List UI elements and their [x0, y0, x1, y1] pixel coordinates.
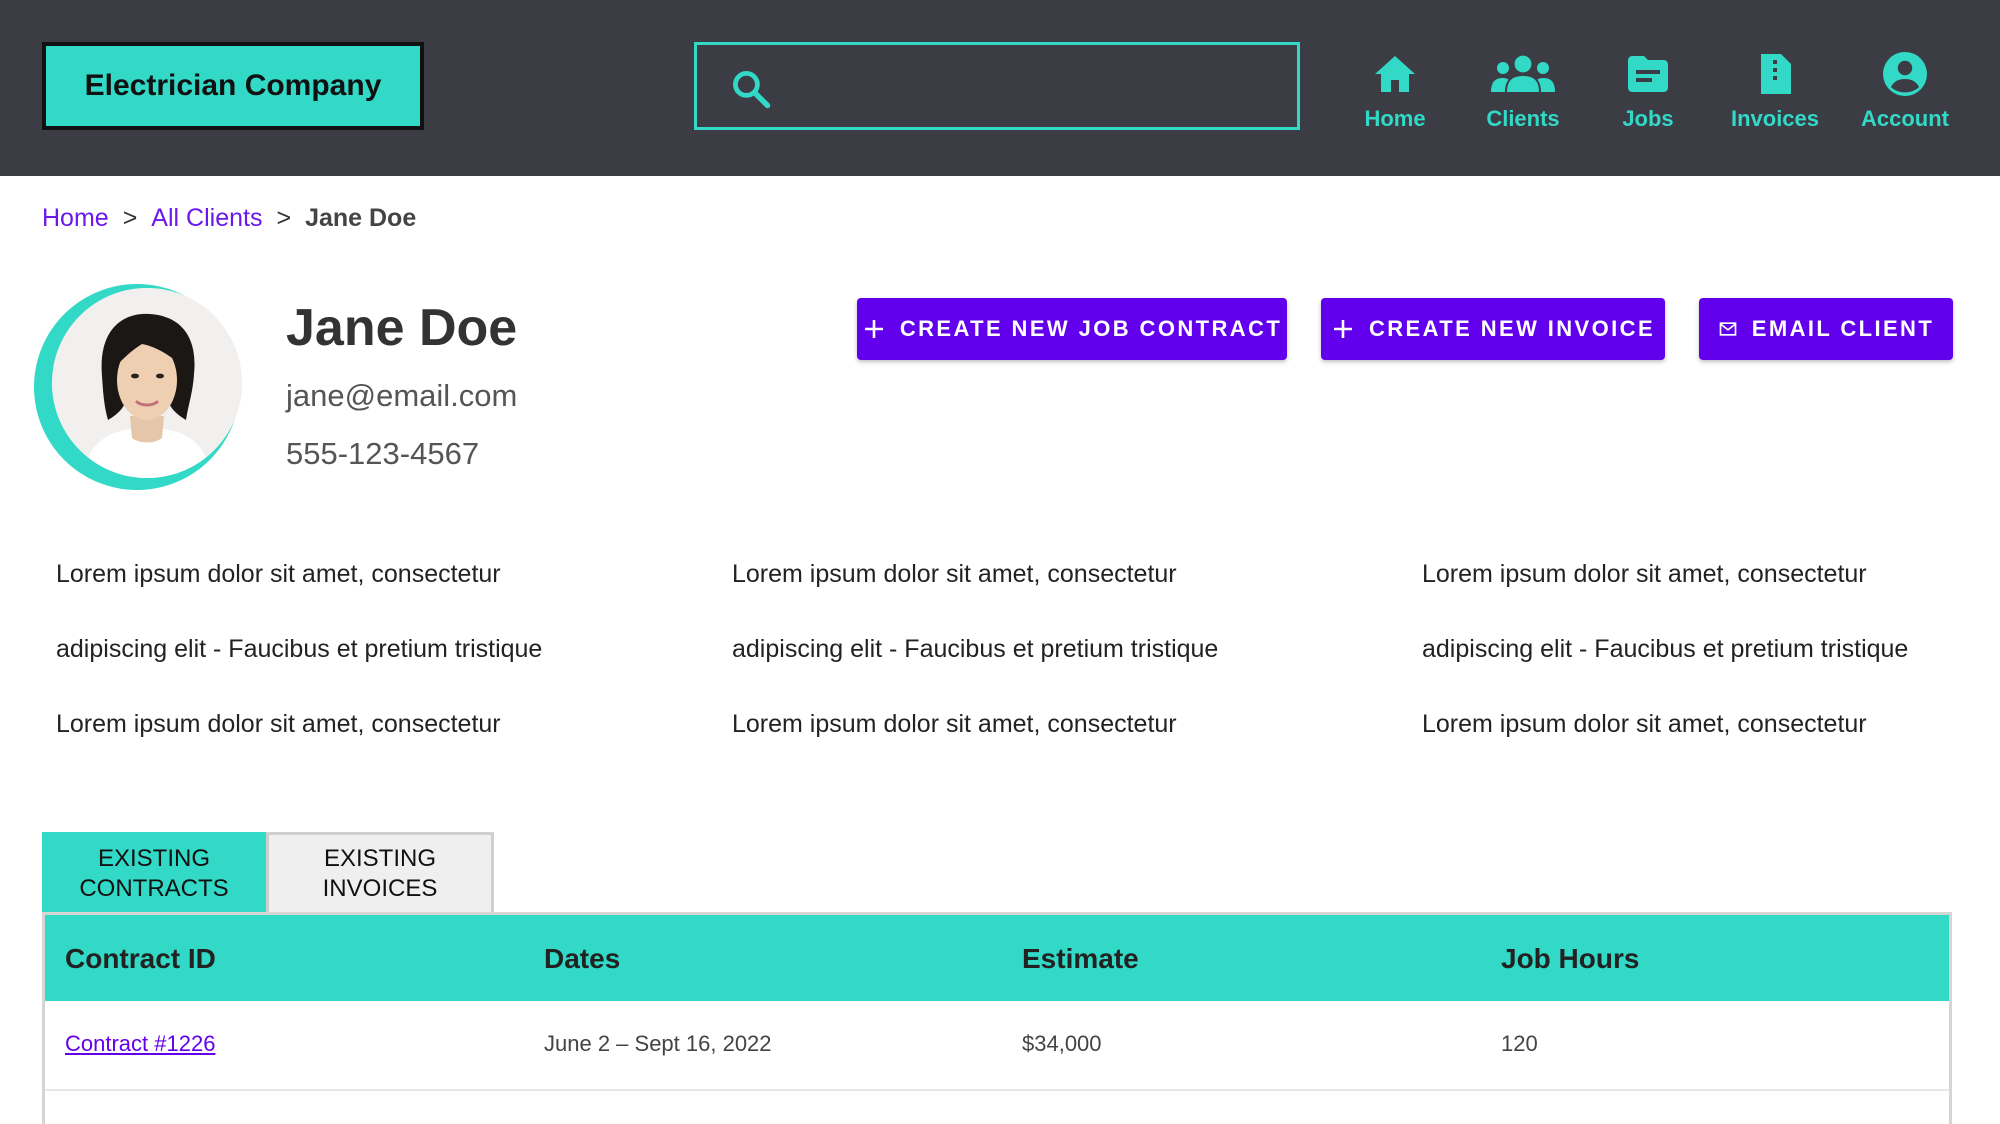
nav-account-label: Account: [1861, 106, 1949, 131]
avatar: [52, 288, 242, 478]
email-client-button[interactable]: EMAIL CLIENT: [1699, 298, 1953, 360]
invoices-icon: [1761, 54, 1791, 94]
breadcrumb-all-clients-link[interactable]: All Clients: [151, 204, 262, 233]
plus-icon: [1333, 320, 1352, 338]
info-line: Lorem ipsum dolor sit amet, consectetur: [56, 560, 501, 588]
client-phone: 555-123-4567: [286, 436, 480, 471]
table-header: Contract ID Dates Estimate Job Hours: [45, 915, 1949, 1001]
create-invoice-label: CREATE NEW INVOICE: [1368, 316, 1656, 341]
info-line: Lorem ipsum dolor sit amet, consectetur: [732, 560, 1177, 588]
contract-estimate: $34,000: [1022, 1031, 1102, 1056]
info-line: Lorem ipsum dolor sit amet, consectetur: [1422, 710, 1867, 738]
tab-label-line: INVOICES: [322, 875, 438, 902]
info-line: Lorem ipsum dolor sit amet, consectetur: [1422, 560, 1867, 588]
nav-invoices[interactable]: Invoices: [1710, 50, 1840, 132]
create-job-contract-button[interactable]: CREATE NEW JOB CONTRACT: [857, 298, 1287, 360]
column-header-estimate[interactable]: Estimate: [1022, 943, 1139, 975]
info-line: adipiscing elit - Faucibus et pretium tr…: [1422, 635, 1909, 663]
create-invoice-button[interactable]: CREATE NEW INVOICE: [1321, 298, 1665, 360]
breadcrumb: Home > All Clients > Jane Doe: [42, 204, 416, 233]
account-icon: [1883, 52, 1927, 96]
home-icon: [1375, 56, 1415, 92]
column-header-job-hours[interactable]: Job Hours: [1501, 943, 1639, 975]
tab-existing-invoices[interactable]: EXISTING INVOICES: [266, 832, 494, 916]
tab-label-line: EXISTING: [97, 845, 211, 872]
contract-job-hours: 120: [1501, 1031, 1538, 1056]
brand-logo[interactable]: Electrician Company: [42, 42, 424, 130]
contract-id-link[interactable]: Contract #1226: [65, 1031, 215, 1057]
nav-invoices-label: Invoices: [1730, 106, 1820, 131]
client-email: jane@email.com: [286, 378, 518, 413]
mail-icon: [1719, 322, 1737, 336]
search-input[interactable]: [694, 42, 1300, 130]
jobs-icon: [1628, 56, 1668, 92]
client-portrait-image: [52, 288, 242, 478]
tab-label-line: CONTRACTS: [79, 875, 229, 902]
tab-existing-contracts[interactable]: EXISTING CONTRACTS: [42, 832, 266, 916]
create-job-contract-label: CREATE NEW JOB CONTRACT: [899, 316, 1283, 341]
info-line: adipiscing elit - Faucibus et pretium tr…: [732, 635, 1219, 663]
nav-jobs[interactable]: Jobs: [1583, 50, 1713, 132]
table-row: Contract #1226 June 2 – Sept 16, 2022 $3…: [45, 1001, 1949, 1091]
info-column-1: Lorem ipsum dolor sit amet, consectetur …: [56, 560, 542, 785]
info-line: adipiscing elit - Faucibus et pretium tr…: [56, 635, 543, 663]
breadcrumb-separator: >: [276, 204, 292, 232]
plus-icon: [864, 320, 883, 338]
nav-account[interactable]: Account: [1840, 50, 1970, 132]
search-icon: [733, 71, 771, 109]
tab-label-line: EXISTING: [323, 845, 436, 872]
info-line: Lorem ipsum dolor sit amet, consectetur: [56, 710, 501, 738]
contracts-table: Contract ID Dates Estimate Job Hours Con…: [42, 912, 1952, 1124]
breadcrumb-current: Jane Doe: [305, 204, 417, 232]
client-name: Jane Doe: [286, 299, 518, 357]
column-header-dates[interactable]: Dates: [544, 943, 620, 975]
clients-icon: [1491, 55, 1555, 92]
breadcrumb-home-link[interactable]: Home: [42, 204, 109, 233]
nav-home[interactable]: Home: [1330, 50, 1460, 132]
nav-jobs-label: Jobs: [1622, 106, 1674, 131]
email-client-label: EMAIL CLIENT: [1751, 316, 1935, 341]
nav-home-label: Home: [1364, 106, 1426, 131]
nav-clients[interactable]: Clients: [1458, 50, 1588, 132]
nav-clients-label: Clients: [1486, 106, 1560, 131]
info-column-3: Lorem ipsum dolor sit amet, consectetur …: [1422, 560, 1908, 785]
column-header-contract-id[interactable]: Contract ID: [65, 943, 216, 975]
breadcrumb-separator: >: [122, 204, 138, 232]
info-line: Lorem ipsum dolor sit amet, consectetur: [732, 710, 1177, 738]
top-app-bar: Electrician Company Home Clients Jobs In…: [0, 0, 2000, 176]
contract-dates: June 2 – Sept 16, 2022: [544, 1031, 772, 1056]
info-column-2: Lorem ipsum dolor sit amet, consectetur …: [732, 560, 1218, 785]
